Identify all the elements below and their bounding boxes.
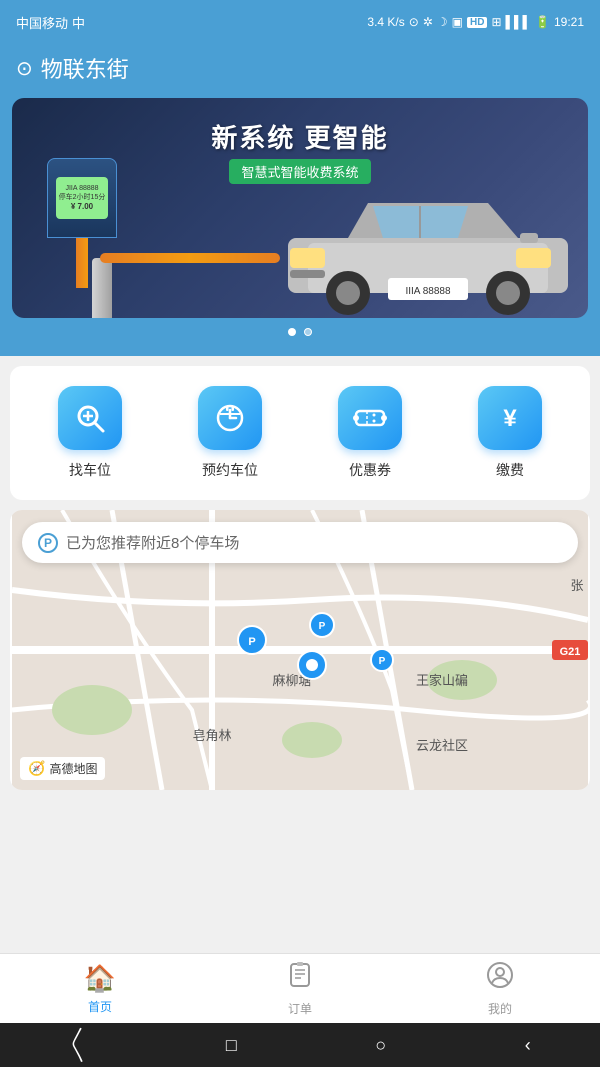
amap-logo: 🧭 高德地图 — [20, 757, 105, 780]
header: ⊙ 物联东街 — [0, 44, 600, 98]
meter-pole — [76, 238, 88, 288]
nav-home-label: 首页 — [88, 998, 112, 1015]
system-bar: 〱 □ ○ ‹ — [0, 1023, 600, 1067]
nav-orders-label: 订单 — [288, 1000, 312, 1017]
signal-bars: ▌▌▌ — [506, 15, 532, 29]
location-title: 物联东街 — [41, 52, 129, 84]
reserve-parking-icon — [198, 386, 262, 450]
svg-text:P: P — [248, 636, 255, 648]
svg-text:¥: ¥ — [503, 405, 517, 432]
wifi-icon: ⊞ — [491, 15, 501, 29]
signal-icon: 中 — [72, 13, 85, 32]
back2-button[interactable]: ‹ — [525, 1035, 531, 1056]
svg-text:云龙社区: 云龙社区 — [416, 738, 468, 753]
amap-text: 高德地图 — [49, 760, 97, 777]
nav-orders[interactable]: 订单 — [200, 961, 400, 1017]
back-button[interactable]: 〱 — [69, 1032, 87, 1058]
nav-profile-label: 我的 — [488, 1000, 512, 1017]
parking-search-icon: P — [38, 533, 58, 553]
amap-icon: 🧭 — [28, 760, 45, 777]
action-reserve-parking[interactable]: 预约车位 — [198, 386, 262, 480]
svg-text:皂角林: 皂角林 — [192, 728, 231, 743]
coupon-label: 优惠券 — [349, 460, 391, 480]
time-text: 19:21 — [554, 15, 584, 29]
orders-icon — [286, 961, 314, 996]
action-coupon[interactable]: 优惠券 — [338, 386, 402, 480]
find-parking-icon — [58, 386, 122, 450]
status-bar: 中国移动 中 3.4 K/s ⊙ ✲ ☽ ▣ HD ⊞ ▌▌▌ 🔋 19:21 — [0, 0, 600, 44]
find-parking-label: 找车位 — [69, 460, 111, 480]
reserve-parking-label: 预约车位 — [202, 460, 258, 480]
map-search-bar[interactable]: P 已为您推荐附近8个停车场 — [22, 522, 578, 563]
svg-text:王家山碥: 王家山碥 — [416, 673, 468, 688]
square-button[interactable]: □ — [226, 1035, 237, 1056]
barrier-base — [92, 258, 112, 318]
bluetooth-icon: ✲ — [423, 15, 433, 29]
screen-icon: ▣ — [452, 15, 463, 29]
svg-text:G21: G21 — [560, 646, 581, 658]
banner-car: IIIA 88888 — [268, 158, 588, 318]
dot-2 — [304, 328, 312, 336]
nav-home[interactable]: 🏠 首页 — [0, 963, 200, 1015]
svg-text:IIIA 88888: IIIA 88888 — [405, 286, 450, 297]
action-payment[interactable]: ¥ 缴费 — [478, 386, 542, 480]
meter-head: JIIA 88888 停车2小时15分 ¥ 7.00 — [47, 158, 117, 238]
profile-icon — [486, 961, 514, 996]
moon-icon: ☽ — [437, 15, 448, 29]
status-left: 中国移动 中 — [16, 13, 85, 32]
location-pin-icon: ⊙ — [16, 56, 33, 81]
gps-icon: ⊙ — [409, 15, 419, 29]
home-button[interactable]: ○ — [375, 1035, 386, 1056]
hd-badge: HD — [467, 17, 487, 28]
meter-plate: JIIA 88888 — [65, 185, 98, 192]
banner-dots — [0, 328, 600, 336]
bottom-nav: 🏠 首页 订单 我的 — [0, 953, 600, 1023]
payment-label: 缴费 — [496, 460, 524, 480]
svg-text:P: P — [319, 621, 326, 632]
svg-text:张: 张 — [570, 578, 583, 593]
coupon-icon — [338, 386, 402, 450]
nav-profile[interactable]: 我的 — [400, 961, 600, 1017]
barrier-arm — [100, 253, 280, 263]
carrier-text: 中国移动 — [16, 13, 68, 32]
banner-section: 新系统 更智能 智慧式智能收费系统 JIIA 88888 停车2小时15分 ¥ … — [0, 98, 600, 356]
map-section[interactable]: G21 麻柳塘 王家山碥 皂角林 云龙社区 张 P P P P 已为您推荐附近8… — [10, 510, 590, 790]
banner-card: 新系统 更智能 智慧式智能收费系统 JIIA 88888 停车2小时15分 ¥ … — [12, 98, 588, 318]
quick-actions: 找车位 预约车位 优惠券 — [10, 366, 590, 500]
home-icon: 🏠 — [84, 963, 116, 994]
banner-title: 新系统 更智能 — [12, 118, 588, 155]
dot-1 — [288, 328, 296, 336]
meter-screen: JIIA 88888 停车2小时15分 ¥ 7.00 — [56, 177, 108, 219]
status-right: 3.4 K/s ⊙ ✲ ☽ ▣ HD ⊞ ▌▌▌ 🔋 19:21 — [367, 15, 584, 29]
speed-text: 3.4 K/s — [367, 15, 404, 29]
svg-text:P: P — [379, 656, 386, 667]
battery-icon: 🔋 — [535, 15, 550, 29]
action-find-parking[interactable]: 找车位 — [58, 386, 122, 480]
map-search-text: 已为您推荐附近8个停车场 — [66, 532, 239, 553]
payment-icon: ¥ — [478, 386, 542, 450]
parking-meter: JIIA 88888 停车2小时15分 ¥ 7.00 — [32, 158, 132, 318]
